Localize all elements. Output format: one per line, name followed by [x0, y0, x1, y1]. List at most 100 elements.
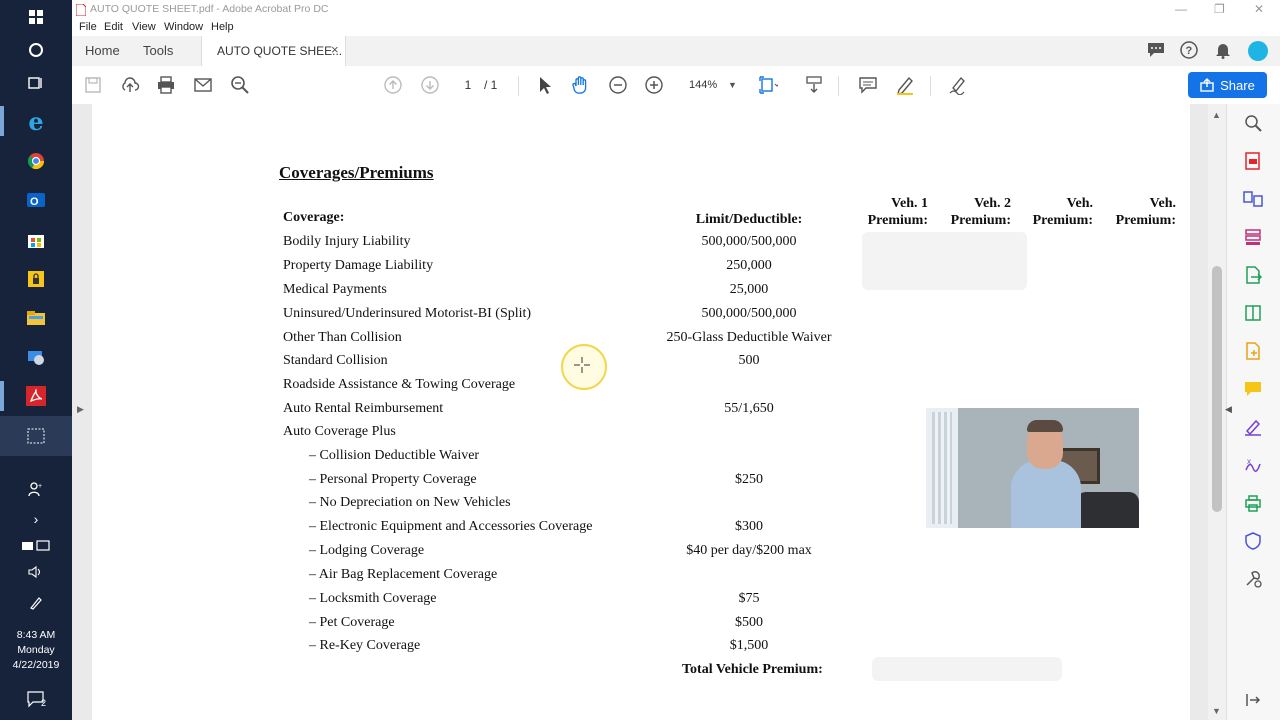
coverage-sub-row-name: – No Depreciation on New Vehicles [309, 495, 511, 510]
scrollbar-thumb[interactable] [1212, 266, 1222, 512]
menu-window[interactable]: Window [164, 21, 203, 33]
volume-icon[interactable] [20, 557, 52, 587]
action-center-icon[interactable]: 2 [20, 684, 52, 714]
menu-help[interactable]: Help [211, 21, 234, 33]
combine-files-icon[interactable] [1242, 188, 1264, 210]
restore-icon[interactable]: ❐ [1214, 2, 1225, 16]
veh-header-line2: Premium: [1032, 213, 1093, 228]
menu-file[interactable]: File [79, 21, 97, 33]
coverage-row-limit: $40 per day/$200 max [686, 543, 812, 558]
scroll-up-icon[interactable]: ▲ [1212, 110, 1221, 120]
coverage-row-limit: 55/1,650 [724, 401, 774, 416]
vehicle-3-premium-header: Veh. Premium: [1023, 195, 1093, 229]
share-label: Share [1220, 77, 1255, 93]
acrobat-taskbar-icon[interactable] [20, 381, 52, 411]
store-icon[interactable] [20, 225, 52, 255]
blurred-premiums [862, 232, 1027, 290]
comment-tool-icon[interactable] [1242, 378, 1264, 400]
tab-tools[interactable]: Tools [143, 43, 173, 58]
task-view-icon[interactable] [20, 68, 52, 98]
tab-close-icon[interactable]: × [331, 42, 339, 57]
compare-files-icon[interactable] [1242, 302, 1264, 324]
menu-bar: File Edit View Window Help [72, 20, 1280, 36]
share-button[interactable]: Share [1188, 72, 1267, 98]
menu-view[interactable]: View [132, 21, 156, 33]
coverage-sub-row-name: – Re-Key Coverage [309, 638, 421, 653]
fit-page-icon[interactable] [756, 74, 780, 96]
coverage-sub-row-name: – Electronic Equipment and Accessories C… [309, 519, 593, 534]
minimize-icon[interactable]: — [1175, 2, 1187, 16]
zoom-in-icon[interactable] [642, 74, 666, 96]
file-explorer-icon[interactable] [20, 303, 52, 333]
page-number-input[interactable]: 1 [454, 75, 482, 95]
left-pane-toggle-icon[interactable]: ▶ [77, 404, 84, 415]
search-tools-icon[interactable] [1242, 112, 1264, 134]
save-icon[interactable] [81, 74, 105, 96]
tab-document[interactable]: AUTO QUOTE SHEE... × [201, 36, 346, 66]
svg-text:x: x [1247, 457, 1251, 466]
windows-start-icon[interactable] [20, 2, 52, 32]
vertical-scrollbar[interactable]: ▲ ▼ [1208, 104, 1226, 720]
comments-icon[interactable] [1147, 42, 1165, 58]
more-tools-icon[interactable] [1242, 568, 1264, 590]
screen-snip-icon[interactable] [20, 421, 52, 451]
pen-icon[interactable] [20, 588, 52, 618]
crosshair-cursor-icon [574, 357, 590, 373]
menu-edit[interactable]: Edit [104, 21, 123, 33]
user-avatar[interactable] [1248, 41, 1268, 61]
vehicle-4-premium-header: Veh. Premium: [1106, 195, 1176, 229]
fill-sign-tool-icon[interactable] [1242, 416, 1264, 438]
system-clock[interactable]: 8:43 AM Monday 4/22/2019 [0, 628, 72, 673]
close-window-icon[interactable]: ✕ [1254, 2, 1264, 16]
coverage-row-name: Auto Coverage Plus [283, 424, 396, 439]
tab-bar: Home Tools AUTO QUOTE SHEE... × ? [72, 36, 1280, 67]
send-for-signature-icon[interactable]: x [1242, 454, 1264, 476]
chrome-icon[interactable] [20, 146, 52, 176]
scroll-down-icon[interactable]: ▼ [1212, 706, 1221, 716]
export-file-icon[interactable] [1242, 264, 1264, 286]
notifications-bell-icon[interactable] [1215, 41, 1231, 59]
webcam-overlay [926, 408, 1139, 528]
window-title: AUTO QUOTE SHEET.pdf - Adobe Acrobat Pro… [90, 3, 329, 15]
outlook-icon[interactable]: O [20, 185, 52, 215]
email-icon[interactable] [191, 74, 215, 96]
internet-explorer-icon[interactable]: e [20, 106, 52, 136]
zoom-level-select[interactable]: 144% ▼ [680, 75, 740, 95]
export-pdf-icon[interactable] [1242, 150, 1264, 172]
zoom-out-icon[interactable] [606, 74, 630, 96]
help-icon[interactable]: ? [1180, 41, 1198, 59]
tab-home[interactable]: Home [85, 43, 120, 58]
coverage-row-limit: $75 [738, 591, 760, 606]
search-icon[interactable] [228, 74, 252, 96]
coverage-row-limit: 500,000/500,000 [701, 234, 797, 249]
vehicle-2-premium-header: Veh. 2 Premium: [941, 195, 1011, 229]
scroll-mode-icon[interactable] [802, 74, 826, 96]
clock-day: Monday [17, 644, 55, 656]
coverage-sub-row-name: – Air Bag Replacement Coverage [309, 567, 498, 582]
highlight-pen-icon[interactable] [893, 74, 917, 96]
fill-and-sign-icon[interactable] [946, 74, 970, 96]
coverage-row-name: Standard Collision [283, 353, 388, 368]
organize-pages-icon[interactable] [1242, 226, 1264, 248]
pdf-file-icon [76, 4, 86, 16]
veh-header-line1: Veh. [1066, 196, 1093, 211]
previous-page-icon[interactable] [381, 74, 405, 96]
next-page-icon[interactable] [418, 74, 442, 96]
remote-desktop-icon[interactable] [20, 342, 52, 372]
right-tools-pane: ◀ x [1225, 104, 1280, 720]
collapse-pane-icon[interactable]: ◀ [1225, 404, 1232, 415]
coverage-row-limit: 500 [738, 353, 760, 368]
hand-tool-icon[interactable] [569, 74, 593, 96]
lock-app-icon[interactable] [20, 264, 52, 294]
chevron-right-icon[interactable]: › [20, 504, 52, 534]
add-comment-icon[interactable] [856, 74, 880, 96]
protect-icon[interactable] [1242, 530, 1264, 552]
people-icon[interactable]: + [20, 474, 52, 504]
cloud-upload-icon[interactable] [118, 74, 142, 96]
print-production-icon[interactable] [1242, 492, 1264, 514]
create-pdf-icon[interactable] [1242, 340, 1264, 362]
print-icon[interactable] [154, 74, 178, 96]
cortana-icon[interactable] [20, 35, 52, 65]
select-cursor-icon[interactable] [533, 74, 557, 96]
expand-pane-icon[interactable] [1242, 689, 1264, 711]
